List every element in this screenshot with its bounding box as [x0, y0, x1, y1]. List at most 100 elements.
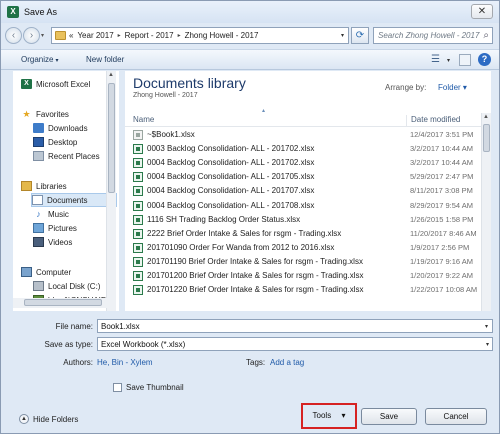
chevron-right-icon[interactable]: ▸ [178, 32, 181, 39]
chevron-down-icon: ▾ [485, 342, 489, 348]
file-date-modified: 1/20/2017 9:22 AM [410, 271, 473, 280]
nav-item-favorites[interactable]: ★ Favorites [21, 107, 68, 121]
file-row[interactable]: 0003 Backlog Consolidation- ALL - 201702… [125, 143, 481, 156]
file-name: 0004 Backlog Consolidation- ALL - 201705… [147, 172, 315, 182]
organize-button[interactable]: Organize ▾ [21, 55, 58, 64]
chevron-down-icon: ▾ [462, 83, 467, 92]
nav-item-downloads[interactable]: Downloads [33, 121, 88, 135]
nav-item-desktop[interactable]: Desktop [33, 135, 77, 149]
excel-file-icon [133, 271, 143, 281]
file-name: 1116 SH Trading Backlog Order Status.xls… [147, 214, 301, 224]
nav-item-label: Libraries [36, 181, 67, 191]
column-header-date-modified[interactable]: Date modified [406, 115, 460, 127]
breadcrumb-year-2017[interactable]: Year 2017 [77, 31, 113, 40]
file-row[interactable]: 0004 Backlog Consolidation- ALL - 201702… [125, 157, 481, 170]
excel-app-icon: X [7, 6, 19, 18]
scroll-up-icon[interactable]: ▲ [108, 72, 114, 78]
search-icon[interactable]: ⌕ [483, 30, 489, 41]
scrollbar-thumb[interactable] [108, 83, 115, 193]
desktop-icon [33, 137, 44, 147]
breadcrumb-report-2017[interactable]: Report - 2017 [125, 31, 174, 40]
file-date-modified: 8/29/2017 9:54 AM [410, 200, 473, 210]
nav-item-microsoft-excel[interactable]: X Microsoft Excel [21, 77, 90, 91]
new-folder-button[interactable]: New folder [86, 55, 124, 64]
authors-label: Authors: [63, 358, 93, 367]
nav-item-label: Videos [48, 237, 73, 247]
breadcrumb-overflow[interactable]: « [69, 31, 73, 40]
music-icon: ♪ [36, 209, 41, 219]
file-row[interactable]: 0004 Backlog Consolidation- ALL - 201707… [125, 185, 481, 198]
save-as-type-select[interactable]: Excel Workbook (*.xlsx) ▾ [97, 337, 493, 351]
file-row[interactable]: 201701090 Order For Wanda from 2012 to 2… [125, 242, 481, 255]
nav-item-music[interactable]: ♪ Music [33, 207, 69, 221]
nav-item-recent-places[interactable]: Recent Places [33, 149, 100, 163]
chevron-up-icon: ▲ [19, 414, 29, 424]
file-date-modified: 3/2/2017 10:44 AM [410, 158, 473, 168]
nav-item-libraries[interactable]: Libraries [21, 179, 67, 193]
nav-item-computer[interactable]: Computer [21, 265, 71, 279]
view-options-icon[interactable]: ☰ [431, 54, 440, 65]
column-header-name[interactable]: Name [133, 115, 154, 124]
folder-icon [55, 31, 66, 40]
file-name: 0003 Backlog Consolidation- ALL - 201702… [147, 144, 315, 154]
cancel-button[interactable]: Cancel [425, 408, 487, 425]
nav-item-documents[interactable]: Documents [31, 193, 117, 207]
excel-file-icon [133, 256, 143, 267]
file-row[interactable]: 201701200 Brief Order Intake & Sales for… [125, 270, 481, 283]
arrange-by-dropdown[interactable]: Folder ▾ [438, 83, 467, 92]
chevron-right-icon[interactable]: ▸ [118, 32, 121, 39]
authors-field[interactable]: He, Bin - Xylem [97, 358, 153, 367]
file-date-modified: 8/11/2017 3:08 PM [410, 186, 473, 196]
file-name-label: File name: [55, 322, 93, 331]
navigation-pane-horizontal-scrollbar[interactable] [13, 298, 116, 308]
save-as-dialog: X Save As ✕ ‹ › ▾ « Year 2017 ▸ Report -… [0, 0, 500, 434]
pictures-icon [33, 223, 44, 233]
hide-folders-button[interactable]: ▲ Hide Folders [19, 414, 78, 424]
nav-item-pictures[interactable]: Pictures [33, 221, 77, 235]
address-bar[interactable]: « Year 2017 ▸ Report - 2017 ▸ Zhong Howe… [51, 27, 349, 44]
file-row[interactable]: 201701190 Brief Order Intake & Sales for… [125, 256, 481, 269]
file-row[interactable]: 0004 Backlog Consolidation- ALL - 201708… [125, 200, 481, 213]
breadcrumb-zhong-howell[interactable]: Zhong Howell - 2017 [185, 31, 259, 40]
excel-file-icon [133, 214, 143, 225]
navigation-pane-scrollbar[interactable]: ▲ [106, 71, 116, 311]
save-button[interactable]: Save [361, 408, 417, 425]
organize-label: Organize [21, 55, 54, 64]
excel-file-icon [133, 200, 143, 211]
forward-button[interactable]: › [23, 27, 40, 44]
nav-item-videos[interactable]: Videos [33, 235, 72, 249]
documents-icon [32, 195, 43, 205]
excel-file-icon [133, 130, 143, 140]
save-thumbnail-checkbox[interactable] [113, 383, 122, 392]
file-row[interactable]: 2222 Brief Order Intake & Sales for rsgm… [125, 228, 481, 241]
arrange-by-label: Arrange by: [385, 83, 427, 92]
nav-item-label: Computer [36, 267, 72, 277]
excel-file-icon [133, 228, 143, 239]
search-input[interactable]: Search Zhong Howell - 2017 ⌕ [373, 27, 493, 44]
nav-item-local-disk[interactable]: Local Disk (C:) [33, 279, 100, 293]
excel-file-icon [133, 158, 143, 169]
file-name-field[interactable] [97, 319, 493, 333]
refresh-button[interactable]: ⟳ [351, 27, 369, 44]
file-row[interactable]: ~$Book1.xlsx 12/4/2017 3:51 PM [125, 129, 481, 142]
file-row[interactable]: 0004 Backlog Consolidation- ALL - 201705… [125, 171, 481, 184]
preview-pane-button[interactable] [459, 54, 471, 66]
close-button[interactable]: ✕ [471, 4, 493, 19]
file-row[interactable]: 201701220 Brief Order Intake & Sales for… [125, 284, 481, 297]
scroll-up-icon[interactable]: ▲ [483, 114, 489, 120]
help-button[interactable]: ? [478, 53, 491, 66]
nav-item-label: Recent Places [48, 151, 100, 161]
recent-locations-dropdown[interactable]: ▾ [41, 32, 44, 39]
file-list-scrollbar[interactable]: ▲ [481, 113, 491, 311]
address-dropdown-icon[interactable]: ▾ [341, 32, 344, 39]
navigation-row: ‹ › ▾ « Year 2017 ▸ Report - 2017 ▸ Zhon… [1, 23, 499, 47]
library-subtitle: Zhong Howell - 2017 [133, 92, 198, 99]
scrollbar-thumb[interactable] [24, 299, 102, 306]
file-name-dropdown-icon[interactable]: ▾ [485, 323, 496, 330]
tools-highlight-box [301, 403, 357, 429]
back-button[interactable]: ‹ [5, 27, 22, 44]
scrollbar-thumb[interactable] [483, 124, 490, 152]
view-dropdown-icon[interactable]: ▾ [447, 57, 450, 64]
tags-field[interactable]: Add a tag [270, 358, 304, 367]
file-row[interactable]: 1116 SH Trading Backlog Order Status.xls… [125, 214, 481, 227]
